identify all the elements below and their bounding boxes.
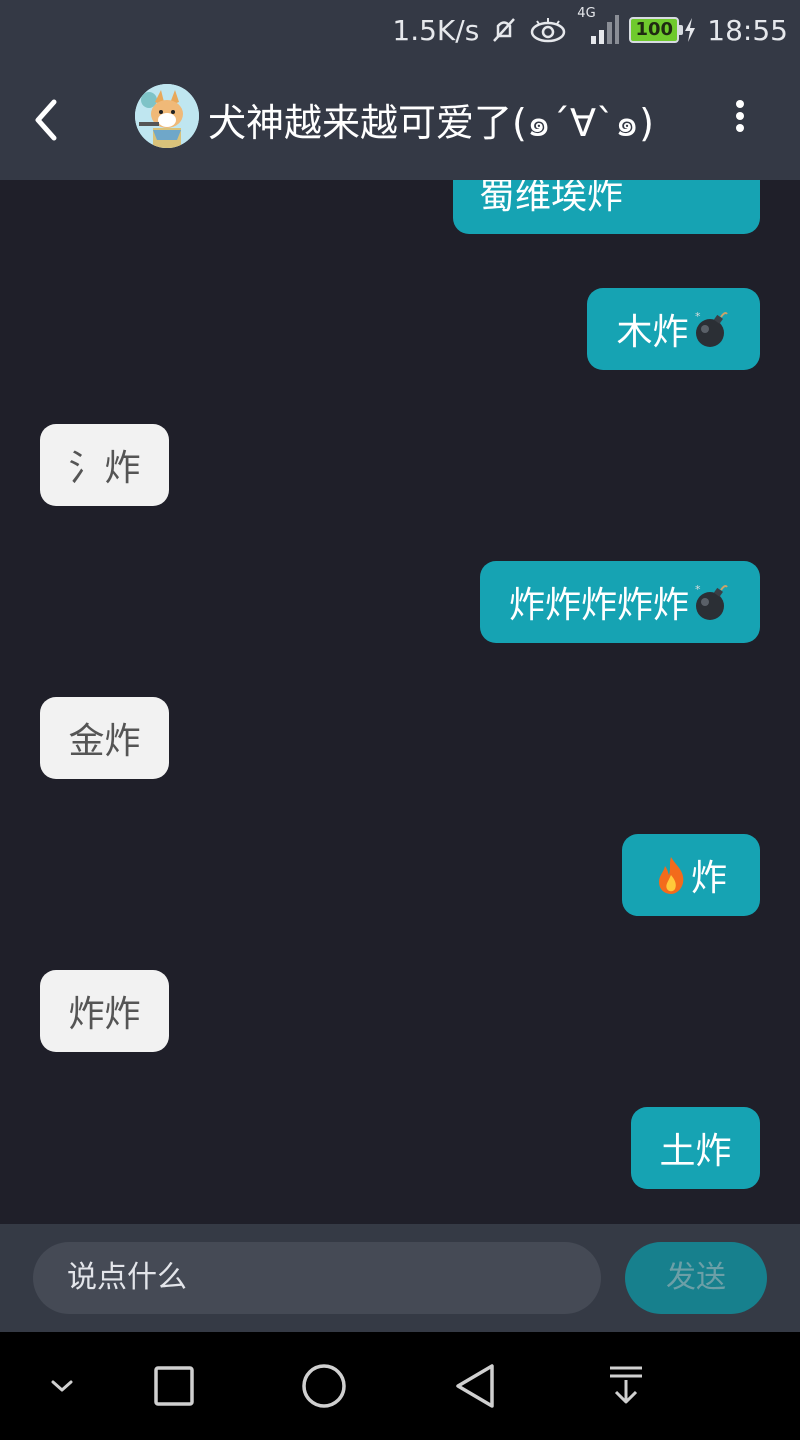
message-text: 金炸 (68, 721, 141, 762)
message-bubble-received[interactable]: 炸炸 (40, 970, 169, 1052)
mute-icon (489, 15, 519, 45)
triangle-back-icon (456, 1364, 494, 1408)
more-vertical-icon (736, 100, 744, 132)
back-nav-button[interactable] (452, 1362, 500, 1414)
more-menu-button[interactable] (724, 96, 756, 144)
message-text: 木炸 (616, 312, 689, 353)
message-text: 土炸 (659, 1131, 732, 1172)
message-bubble-sent[interactable]: 炸 (622, 834, 760, 916)
chat-screen: 1.5K/s 4G 100 18:55 犬神越来越可爱了(๑´∀`๑) 蜀维埃炸… (0, 0, 800, 1440)
fire-icon (655, 855, 687, 895)
notification-pull-button[interactable] (604, 1362, 648, 1414)
message-bubble-sent[interactable]: 土炸 (631, 1107, 760, 1189)
eye-icon (529, 15, 567, 45)
square-icon (154, 1366, 194, 1406)
message-list[interactable]: 蜀维埃炸 木炸 * 氵炸 炸炸炸炸炸 * 金炸 炸 炸炸 土炸 (0, 180, 800, 1224)
chat-header: 犬神越来越可爱了(๑´∀`๑) (0, 60, 800, 180)
battery-icon: 100 (629, 17, 697, 43)
message-bubble-received[interactable]: 金炸 (40, 697, 169, 779)
bomb-icon: * (693, 582, 731, 622)
message-bubble-sent[interactable]: 木炸 * (587, 288, 760, 370)
network-speed: 1.5K/s (392, 13, 480, 47)
message-text: 炸炸炸炸炸 (508, 585, 689, 626)
svg-text:*: * (695, 583, 701, 596)
message-text: 蜀维埃炸 (479, 180, 624, 217)
status-bar: 1.5K/s 4G 100 18:55 (0, 0, 800, 60)
chevron-down-icon (51, 1380, 73, 1392)
composer-bar: 说点什么 发送 (0, 1224, 800, 1332)
message-bubble-received[interactable]: 氵炸 (40, 424, 169, 506)
message-bubble-sent[interactable]: 蜀维埃炸 (453, 180, 760, 234)
status-icons: 1.5K/s 4G 100 18:55 (392, 6, 788, 48)
system-nav-bar (0, 1332, 800, 1440)
home-button[interactable] (300, 1362, 348, 1414)
hide-nav-button[interactable] (48, 1362, 76, 1414)
battery-level: 100 (629, 17, 680, 43)
message-bubble-sent[interactable]: 炸炸炸炸炸 * (480, 561, 760, 643)
charging-icon (685, 18, 696, 42)
pull-down-icon (610, 1366, 642, 1404)
chat-title: 犬神越来越可爱了(๑´∀`๑) (208, 101, 654, 145)
message-text: 氵炸 (68, 448, 141, 489)
avatar[interactable] (135, 84, 199, 148)
circle-icon (302, 1364, 346, 1408)
send-button[interactable]: 发送 (625, 1242, 767, 1314)
message-text: 炸 (690, 858, 727, 899)
message-text: 炸炸 (68, 994, 141, 1035)
clock: 18:55 (707, 13, 788, 47)
signal-icon: 4G (577, 6, 620, 48)
chevron-left-icon (35, 99, 57, 141)
back-button[interactable] (28, 94, 68, 146)
bomb-icon: * (693, 309, 731, 349)
message-input[interactable]: 说点什么 (33, 1242, 601, 1314)
svg-text:*: * (695, 310, 701, 323)
recents-button[interactable] (152, 1362, 196, 1414)
